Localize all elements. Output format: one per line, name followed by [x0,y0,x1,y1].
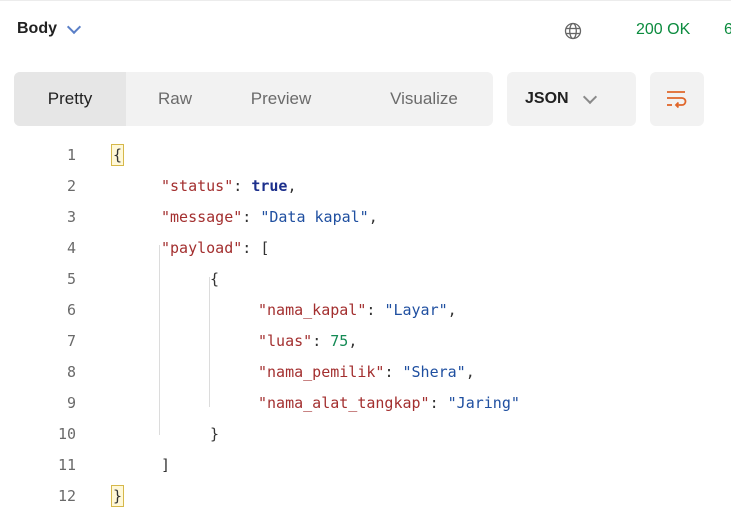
json-value: 75 [330,332,349,350]
code-line: 10 } [0,419,731,450]
json-key: "message" [161,208,243,226]
json-value: true [251,177,288,195]
tab-pretty[interactable]: Pretty [14,72,126,126]
top-border [0,0,731,5]
view-mode-tabs: Pretty Raw Preview Visualize [14,72,493,126]
code-line: 9 "nama_alat_tangkap": "Jaring" [0,388,731,419]
json-value: [ [260,239,270,257]
json-colon: : [242,239,261,257]
json-colon: : [233,177,252,195]
line-number: 2 [66,177,76,195]
tab-raw[interactable]: Raw [140,72,210,126]
json-comma: , [465,363,475,381]
body-dropdown[interactable]: Body [17,19,82,38]
json-value: "Jaring" [447,394,520,412]
json-key: "nama_pemilik" [258,363,385,381]
json-colon: : [366,301,385,319]
line-number: 9 [66,394,76,412]
status-code[interactable]: 200 OK [636,21,690,39]
tab-preview[interactable]: Preview [236,72,326,126]
chevron-down-icon [582,89,597,104]
json-key: "nama_alat_tangkap" [258,394,430,412]
code-line: 1 { [0,140,731,171]
brace-open: { [210,270,220,288]
json-key: "status" [161,177,234,195]
line-number: 8 [66,363,76,381]
json-key: "payload" [161,239,243,257]
line-number: 1 [66,146,76,164]
brace-open: { [111,144,125,166]
line-number: 12 [57,487,76,505]
json-key: "luas" [258,332,313,350]
line-number: 5 [66,270,76,288]
line-number: 11 [57,456,76,474]
response-header: Body 200 OK 6 [0,14,731,50]
globe-icon[interactable] [564,22,582,40]
json-value: "Data kapal" [260,208,369,226]
line-number: 3 [66,208,76,226]
brace-close: } [111,485,125,507]
code-line: 2 "status": true, [0,171,731,202]
line-number: 7 [66,332,76,350]
bracket-close: ] [161,456,171,474]
brace-close: } [210,425,220,443]
body-dropdown-label: Body [17,20,57,37]
json-comma: , [287,177,297,195]
status-overflow-text: 6 [724,21,731,38]
json-value: "Layar" [384,301,448,319]
wrap-lines-button[interactable] [650,72,704,126]
line-number: 6 [66,301,76,319]
chevron-down-icon [66,19,82,34]
code-line: 7 "luas": 75, [0,326,731,357]
format-dropdown-label: JSON [525,90,569,107]
json-key: "nama_kapal" [258,301,367,319]
code-line: 5 { [0,264,731,295]
line-number: 10 [57,425,76,443]
json-colon: : [384,363,403,381]
json-colon: : [312,332,331,350]
json-comma: , [348,332,358,350]
json-value: "Shera" [402,363,466,381]
json-colon: : [242,208,261,226]
code-line: 12 } [0,481,731,512]
code-line: 3 "message": "Data kapal", [0,202,731,233]
format-dropdown[interactable]: JSON [507,72,636,126]
json-comma: , [368,208,378,226]
code-line: 4 "payload": [ [0,233,731,264]
code-line: 8 "nama_pemilik": "Shera", [0,357,731,388]
wrap-lines-icon [667,91,687,109]
json-colon: : [429,394,448,412]
json-comma: , [447,301,457,319]
code-line: 6 "nama_kapal": "Layar", [0,295,731,326]
code-line: 11 ] [0,450,731,481]
tab-visualize[interactable]: Visualize [369,72,479,126]
line-number: 4 [66,239,76,257]
